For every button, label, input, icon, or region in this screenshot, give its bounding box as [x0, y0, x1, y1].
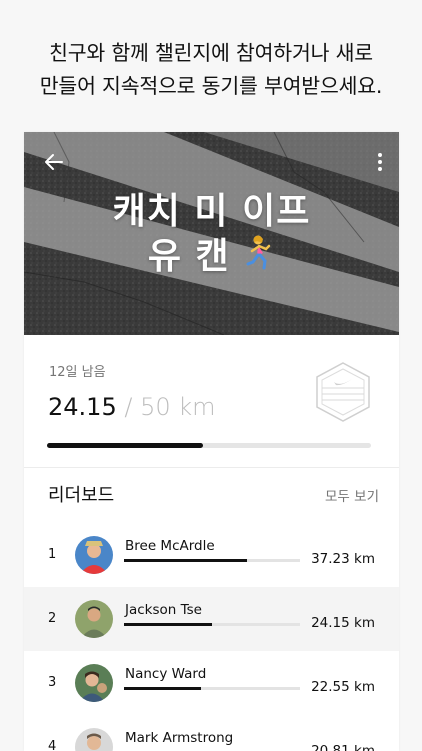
distance-progress: 24.15 / 50 km — [48, 393, 216, 421]
challenge-progress-bar — [47, 443, 371, 448]
leaderboard-distance: 20.81 km — [311, 743, 375, 751]
leaderboard-row[interactable]: 4 Mark Armstrong 20.81 km — [24, 715, 399, 751]
promo-line-1: 친구와 함께 챌린지에 참여하거나 새로 — [49, 41, 373, 65]
leaderboard-name: Mark Armstrong — [125, 730, 234, 746]
leaderboard-name: Jackson Tse — [125, 602, 202, 618]
leaderboard-distance: 22.55 km — [311, 679, 375, 695]
view-all-link[interactable]: 모두 보기 — [325, 485, 379, 505]
leaderboard-progress-fill — [124, 687, 202, 690]
promo-text: 친구와 함께 챌린지에 참여하거나 새로 만들어 지속적으로 동기를 부여받으세… — [0, 0, 422, 132]
challenge-title: 캐치 미 이프 유 캔 — [24, 190, 399, 279]
leaderboard-row[interactable]: 3 Nancy Ward 22.55 km — [24, 651, 399, 715]
promo-line-2: 만들어 지속적으로 동기를 부여받으세요. — [39, 74, 383, 98]
challenge-progress: 12일 남음 24.15 / 50 km — [24, 335, 399, 468]
leaderboard-distance: 37.23 km — [311, 551, 375, 567]
challenge-title-line-1: 캐치 미 이프 — [112, 191, 311, 232]
leaderboard-progress-fill — [124, 559, 248, 562]
days-left: 12일 남음 — [49, 365, 106, 380]
leaderboard-rank: 3 — [48, 675, 57, 690]
more-options-icon[interactable] — [375, 150, 385, 174]
leaderboard-title: 리더보드 — [48, 485, 115, 506]
leaderboard-list: 1 Bree McArdle 37.23 km 2 Jackson Tse 24… — [24, 523, 399, 751]
leaderboard-name: Bree McArdle — [125, 538, 215, 554]
leaderboard-rank: 4 — [48, 739, 57, 751]
challenge-hero: 캐치 미 이프 유 캔 — [24, 132, 399, 335]
avatar — [75, 664, 113, 702]
back-arrow-icon[interactable] — [42, 150, 66, 174]
avatar — [75, 728, 113, 751]
nike-challenge-badge-icon — [316, 362, 370, 422]
challenge-title-line-2: 유 캔 — [147, 236, 230, 277]
leaderboard-progress-bar — [124, 559, 300, 562]
avatar — [75, 536, 113, 574]
woman-running-icon — [246, 235, 271, 270]
current-distance: 24.15 — [48, 393, 117, 421]
leaderboard-progress-bar — [124, 623, 300, 626]
leaderboard-progress-bar — [124, 687, 300, 690]
goal-distance: / 50 km — [116, 393, 216, 421]
leaderboard-rank: 1 — [48, 547, 57, 562]
leaderboard-rank: 2 — [48, 611, 57, 626]
leaderboard-name: Nancy Ward — [125, 666, 207, 682]
leaderboard-row-current-user[interactable]: 2 Jackson Tse 24.15 km — [24, 587, 399, 651]
leaderboard-distance: 24.15 km — [311, 615, 375, 631]
avatar — [75, 600, 113, 638]
challenge-progress-fill — [47, 443, 204, 448]
challenge-card: 캐치 미 이프 유 캔 12일 남음 24.15 / 50 km 리더보드 모두… — [24, 132, 399, 751]
leaderboard-header: 리더보드 모두 보기 — [24, 468, 399, 523]
leaderboard-progress-fill — [124, 623, 212, 626]
leaderboard-row[interactable]: 1 Bree McArdle 37.23 km — [24, 523, 399, 587]
